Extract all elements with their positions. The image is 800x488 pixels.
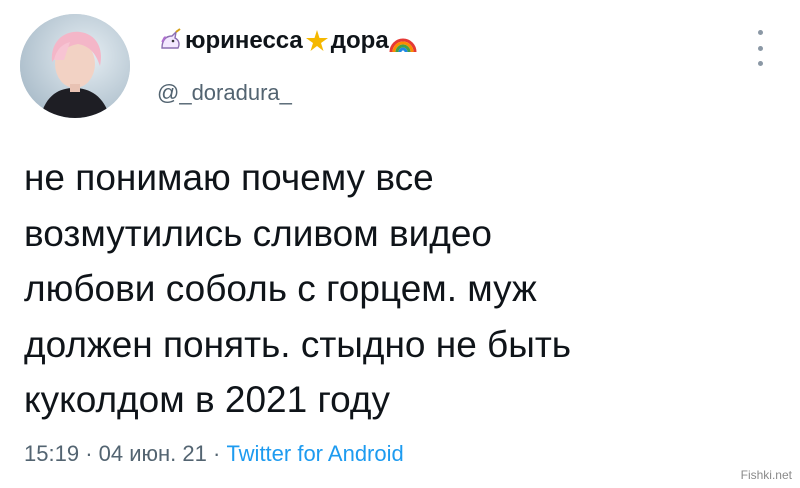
- tweet-source-link[interactable]: Twitter for Android: [226, 441, 403, 466]
- rainbow-icon: [389, 27, 417, 55]
- tweet-text-line: не понимаю почему все: [24, 157, 434, 198]
- user-handle[interactable]: @_doradura_: [157, 80, 292, 106]
- separator: ·: [85, 441, 93, 466]
- more-options-icon[interactable]: [752, 30, 768, 66]
- tweet-text-line: куколдом в 2021 году: [24, 379, 391, 420]
- star-icon: [303, 27, 331, 55]
- tweet-metadata: 15:19 · 04 июн. 21 · Twitter for Android: [24, 440, 404, 468]
- tweet-date[interactable]: 04 июн. 21: [99, 441, 207, 466]
- tweet-text-line: должен понять. стыдно не быть: [24, 323, 572, 365]
- avatar-image: [20, 14, 130, 118]
- tweet-text: не понимаю почему все возмутились сливом…: [24, 150, 764, 428]
- display-name-part2: дора: [330, 27, 389, 54]
- tweet-text-line: возмутились сливом видео: [24, 212, 493, 254]
- tweet-card: юринесса дора @_doradura_ не понимаю поч…: [0, 0, 800, 488]
- display-name-row[interactable]: юринесса дора: [157, 26, 417, 56]
- unicorn-icon: [157, 27, 185, 55]
- display-name: юринесса: [185, 27, 303, 54]
- watermark: Fishki.net: [740, 468, 792, 482]
- tweet-text-line: любови соболь с горцем. муж: [24, 268, 537, 309]
- avatar[interactable]: [20, 14, 130, 118]
- tweet-time[interactable]: 15:19: [24, 441, 79, 466]
- separator: ·: [212, 441, 221, 466]
